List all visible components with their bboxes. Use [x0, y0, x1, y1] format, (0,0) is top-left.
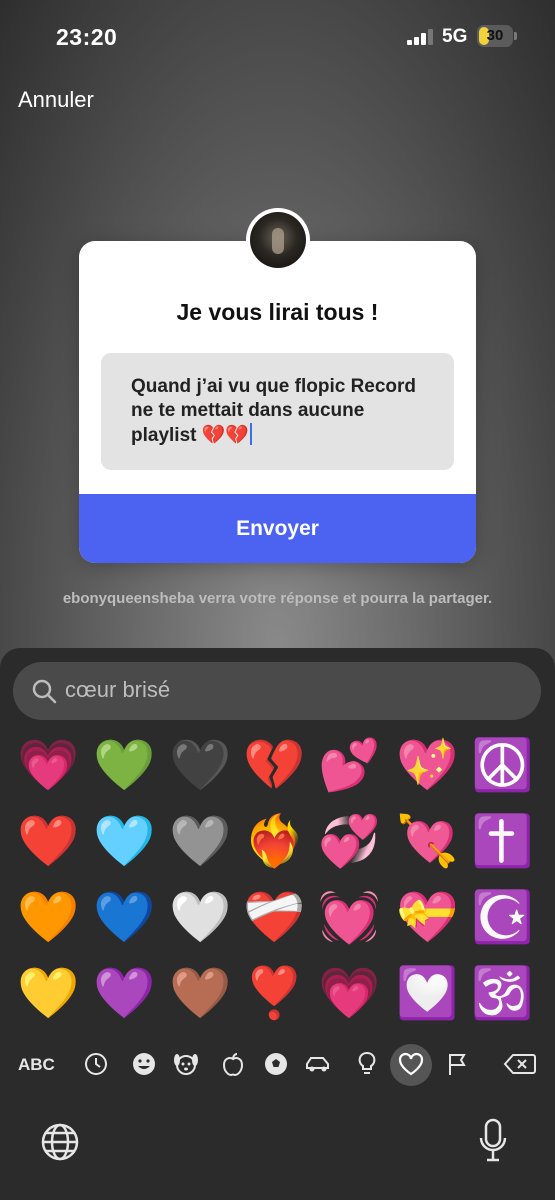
emoji-search-input[interactable]: cœur brisé: [65, 677, 170, 703]
signal-icon: [407, 29, 433, 45]
emoji-key[interactable]: ❣️: [243, 962, 305, 1024]
emoji-key[interactable]: 🧡: [17, 886, 79, 948]
emoji-key[interactable]: 💝: [396, 886, 458, 948]
emoji-key[interactable]: 💕: [318, 734, 380, 796]
text-caret: [250, 423, 253, 445]
battery-level: 30: [486, 27, 504, 44]
heart-icon[interactable]: [397, 1050, 425, 1078]
emoji-key[interactable]: 💗: [318, 962, 380, 1024]
globe-icon[interactable]: [40, 1122, 80, 1162]
emoji-key[interactable]: 💚: [93, 734, 155, 796]
emoji-keyboard: cœur brisé 💗 💚 🖤 💔 💕 💖 ☮️ ❤️ 🩵 🩶 ❤️‍🔥 💞 💘 ✝️ 🧡 💙 🤍 ❤️‍🩹 💓 💝…: [0, 648, 555, 1200]
emoji-grid: 💗 💚 🖤 💔 💕 💖 ☮️ ❤️ 🩵 🩶 ❤️‍🔥 💞 💘 ✝️ 🧡 💙 🤍 ❤️‍🩹 💓 💝 ☪️ 💛 💜 🤎 ❣️ 💗 💟 🕉️: [0, 734, 555, 1044]
emoji-key[interactable]: ❤️: [17, 810, 79, 872]
card-title: Je vous lirai tous !: [176, 299, 379, 325]
bulb-icon[interactable]: [353, 1050, 381, 1078]
emoji-key[interactable]: 🤍: [169, 886, 231, 948]
ball-icon[interactable]: [262, 1050, 290, 1078]
emoji-key[interactable]: ❤️‍🩹: [243, 886, 305, 948]
emoji-key[interactable]: ✝️: [471, 810, 533, 872]
emoji-key[interactable]: 💖: [396, 734, 458, 796]
emoji-key[interactable]: 💓: [318, 886, 380, 948]
emoji-key[interactable]: ☮️: [471, 734, 533, 796]
emoji-key[interactable]: 💞: [318, 810, 380, 872]
abc-button[interactable]: ABC: [18, 1055, 55, 1075]
emoji-key[interactable]: ❤️‍🔥: [243, 810, 305, 872]
search-icon: [32, 679, 57, 704]
battery-icon: 30: [477, 25, 517, 47]
microphone-icon[interactable]: [478, 1118, 508, 1164]
send-button[interactable]: Envoyer: [79, 494, 476, 563]
emoji-key[interactable]: 💗: [17, 734, 79, 796]
status-bar: 23:20 5G 30: [0, 0, 555, 70]
dog-icon[interactable]: [172, 1050, 200, 1078]
emoji-search-field[interactable]: cœur brisé: [13, 662, 541, 720]
emoji-key[interactable]: 💙: [93, 886, 155, 948]
emoji-category-bar: ABC: [0, 1038, 555, 1088]
network-label: 5G: [442, 26, 468, 47]
avatar: [246, 208, 310, 272]
emoji-key[interactable]: 💜: [93, 962, 155, 1024]
smiley-icon[interactable]: [130, 1050, 158, 1078]
emoji-key[interactable]: 🩶: [169, 810, 231, 872]
delete-icon[interactable]: [503, 1050, 537, 1078]
flag-icon[interactable]: [444, 1050, 472, 1078]
status-time: 23:20: [56, 24, 118, 50]
question-card: Je vous lirai tous ! Quand j’ai vu que f…: [79, 241, 476, 563]
car-icon[interactable]: [304, 1050, 332, 1078]
emoji-key[interactable]: 🩵: [93, 810, 155, 872]
emoji-key[interactable]: 🤎: [169, 962, 231, 1024]
answer-text: Quand j’ai vu que flopic Record ne te me…: [131, 376, 417, 446]
emoji-key[interactable]: 🖤: [169, 734, 231, 796]
clock-icon[interactable]: [82, 1050, 110, 1078]
hint-text: ebonyqueensheba verra votre réponse et p…: [62, 590, 493, 607]
emoji-key[interactable]: 💟: [396, 962, 458, 1024]
emoji-key[interactable]: 💛: [17, 962, 79, 1024]
emoji-key[interactable]: 💘: [396, 810, 458, 872]
emoji-key[interactable]: 💔: [243, 734, 305, 796]
emoji-key[interactable]: 🕉️: [471, 962, 533, 1024]
apple-icon[interactable]: [219, 1050, 247, 1078]
answer-input[interactable]: Quand j’ai vu que flopic Record ne te me…: [101, 353, 454, 470]
cancel-button[interactable]: Annuler: [18, 87, 94, 113]
emoji-key[interactable]: ☪️: [471, 886, 533, 948]
